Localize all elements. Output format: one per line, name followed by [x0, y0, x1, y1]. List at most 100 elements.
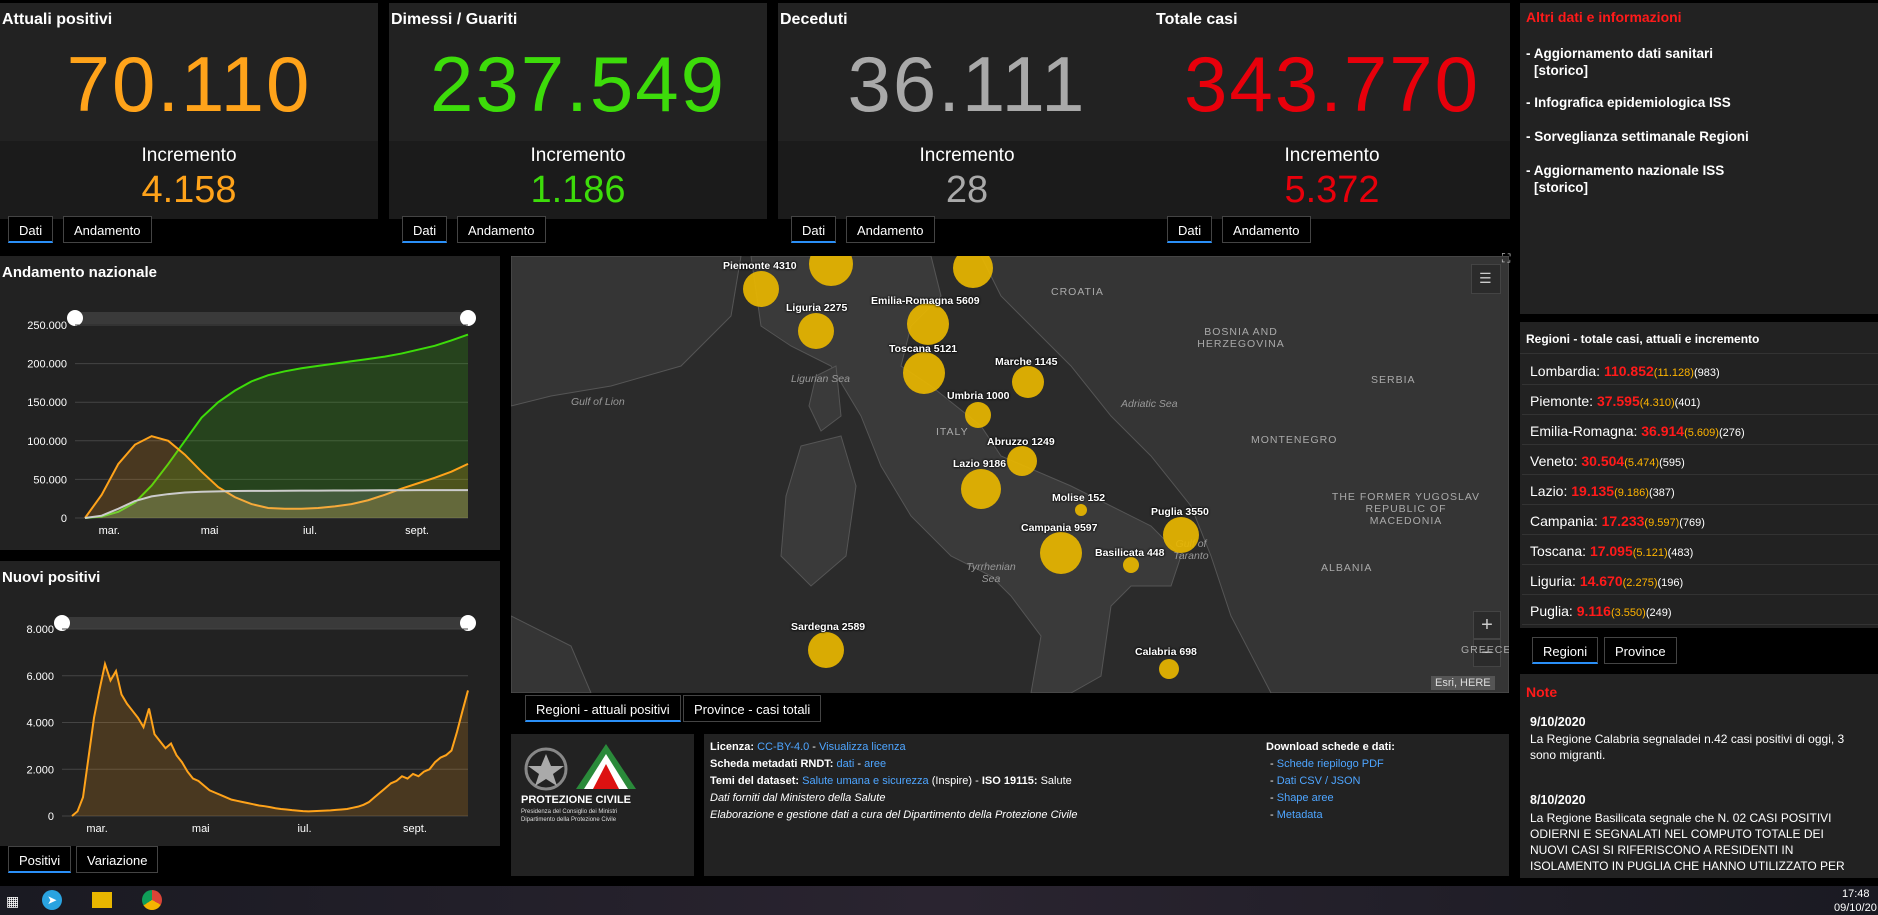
- region-row[interactable]: Veneto: 30.504(5.474)(595): [1522, 445, 1878, 475]
- download-link[interactable]: Schede riepilogo PDF: [1277, 758, 1384, 770]
- zoom-in-button[interactable]: +: [1473, 611, 1501, 639]
- region-bubble[interactable]: [1040, 532, 1082, 574]
- region-label: Marche 1145: [995, 356, 1058, 368]
- tab-province-casi[interactable]: Province - casi totali: [683, 695, 822, 722]
- region-label: Piemonte 4310: [723, 260, 797, 272]
- tab-dati[interactable]: Dati: [402, 216, 448, 243]
- region-row[interactable]: Puglia: 9.116(3.550)(249): [1522, 595, 1878, 625]
- region-bubble[interactable]: [743, 271, 779, 307]
- region-label: Liguria 2275: [786, 302, 848, 314]
- region-row[interactable]: Emilia-Romagna: 36.914(5.609)(276): [1522, 415, 1878, 445]
- tab-andamento[interactable]: Andamento: [1222, 216, 1311, 243]
- logo-panel: PROTEZIONE CIVILE Presidenza del Consigl…: [511, 734, 694, 876]
- x-tick-label: mai: [201, 525, 219, 537]
- region-row[interactable]: Liguria: 14.670(2.275)(196): [1522, 565, 1878, 595]
- region-bubble[interactable]: [1012, 366, 1044, 398]
- region-bubble[interactable]: [798, 313, 834, 349]
- region-bubble[interactable]: [1075, 504, 1087, 516]
- region-bubble[interactable]: [808, 632, 844, 668]
- legend-button[interactable]: ☰: [1471, 264, 1501, 294]
- stat-title: Deceduti: [780, 11, 848, 28]
- info-link[interactable]: - Aggiornamento dati sanitari [storico]: [1526, 45, 1713, 79]
- tab-regioni[interactable]: Regioni: [1532, 637, 1599, 664]
- stat-increment-label: Incremento: [1284, 145, 1380, 166]
- region-bubble[interactable]: [1159, 659, 1179, 679]
- stat-increment-value: 5.372: [1284, 169, 1380, 211]
- region-row[interactable]: Lazio: 19.135(9.186)(387): [1522, 475, 1878, 505]
- telegram-icon[interactable]: ➤: [42, 890, 62, 910]
- stat-value: 343.770: [1184, 40, 1480, 128]
- range-slider-handle[interactable]: [67, 310, 83, 326]
- series-area: [72, 664, 468, 816]
- region-row[interactable]: Campania: 17.233(9.597)(769): [1522, 505, 1878, 535]
- range-slider-track[interactable]: [62, 617, 468, 629]
- region-bubble[interactable]: [965, 402, 991, 428]
- chrome-icon[interactable]: [142, 890, 162, 910]
- clock-time[interactable]: 17:48: [1842, 888, 1870, 900]
- y-tick-label: 50.000: [33, 474, 67, 486]
- clock-date[interactable]: 09/10/20: [1834, 902, 1877, 914]
- region-bubble[interactable]: [1123, 557, 1139, 573]
- range-slider-track[interactable]: [75, 312, 468, 324]
- y-tick-label: 250.000: [27, 320, 67, 332]
- region-label: Toscana 5121: [889, 343, 958, 355]
- region-bubble[interactable]: [1007, 446, 1037, 476]
- licenza-value[interactable]: CC-BY-4.0: [757, 741, 809, 753]
- regions-panel-title: Regioni - totale casi, attuali e increme…: [1526, 332, 1760, 346]
- tab-dati[interactable]: Dati: [791, 216, 837, 243]
- footer-panel: [704, 734, 1509, 876]
- map[interactable]: ☰ + − Esri, HERE CROATIA BOSNIA AND HERZE…: [511, 256, 1509, 693]
- temi-label: Temi del dataset:: [710, 775, 800, 787]
- map-country-label: SERBIA: [1371, 374, 1416, 386]
- tab-dati[interactable]: Dati: [1167, 216, 1213, 243]
- tab-andamento[interactable]: Andamento: [457, 216, 546, 243]
- info-link[interactable]: - Aggiornamento nazionale ISS [storico]: [1526, 162, 1724, 196]
- x-tick-label: sept.: [403, 823, 427, 835]
- tab-variazione[interactable]: Variazione: [76, 846, 159, 873]
- download-link[interactable]: Metadata: [1277, 809, 1323, 821]
- scheda-aree-link[interactable]: aree: [864, 758, 886, 770]
- region-label: Calabria 698: [1135, 646, 1197, 658]
- tab-andamento[interactable]: Andamento: [63, 216, 152, 243]
- windows-start-icon[interactable]: ▦: [6, 893, 19, 910]
- tab-positivi[interactable]: Positivi: [8, 846, 72, 873]
- licenza-link[interactable]: Visualizza licenza: [819, 741, 906, 753]
- stat-title: Attuali positivi: [2, 11, 113, 28]
- expand-icon[interactable]: ⛶: [1502, 251, 1510, 266]
- stat-panel: Deceduti 36.111 Incremento 28: [778, 3, 1156, 219]
- download-link[interactable]: Dati CSV / JSON: [1277, 775, 1361, 787]
- region-label: Puglia 3550: [1151, 506, 1209, 518]
- stat-increment-label: Incremento: [141, 145, 237, 166]
- range-slider-handle[interactable]: [460, 310, 476, 326]
- stat-title: Totale casi: [1156, 11, 1238, 28]
- tab-andamento[interactable]: Andamento: [846, 216, 935, 243]
- map-land: [511, 256, 1509, 693]
- map-country-label: CROATIA: [1051, 286, 1104, 298]
- x-tick-label: sept.: [405, 525, 429, 537]
- map-sea-label: Adriatic Sea: [1121, 398, 1178, 410]
- region-bubble[interactable]: [903, 352, 945, 394]
- region-row[interactable]: Lombardia: 110.852(11.128)(983): [1522, 355, 1878, 385]
- region-row[interactable]: Toscana: 17.095(5.121)(483): [1522, 535, 1878, 565]
- info-link[interactable]: - Infografica epidemiologica ISS: [1526, 94, 1731, 128]
- scheda-dati-link[interactable]: dati: [837, 758, 855, 770]
- region-bubble[interactable]: [907, 303, 949, 345]
- stat-increment-value: 4.158: [141, 169, 237, 211]
- tab-province[interactable]: Province: [1604, 637, 1677, 664]
- y-tick-label: 6.000: [26, 671, 54, 683]
- file-explorer-icon[interactable]: [92, 892, 112, 908]
- info-link[interactable]: - Sorveglianza settimanale Regioni: [1526, 128, 1749, 162]
- stat-increment-label: Incremento: [919, 145, 1015, 166]
- tab-regioni-attuali[interactable]: Regioni - attuali positivi: [525, 695, 681, 722]
- footer-line: Dati forniti dal Ministero della Salute: [710, 792, 886, 804]
- tab-dati[interactable]: Dati: [8, 216, 54, 243]
- download-link[interactable]: Shape aree: [1277, 792, 1334, 804]
- region-label: Sardegna 2589: [791, 621, 866, 633]
- map-sea-label: Ligurian Sea: [791, 373, 850, 385]
- region-row[interactable]: Piemonte: 37.595(4.310)(401): [1522, 385, 1878, 415]
- region-bubble[interactable]: [1163, 517, 1199, 553]
- region-bubble[interactable]: [961, 469, 1001, 509]
- nuovi-positivi-chart: 8.000 6.000 4.000 2.000 0 mar. mai iul. sept.: [26, 615, 476, 835]
- temi-link[interactable]: Salute umana e sicurezza: [802, 775, 929, 787]
- y-tick-label: 2.000: [26, 764, 54, 776]
